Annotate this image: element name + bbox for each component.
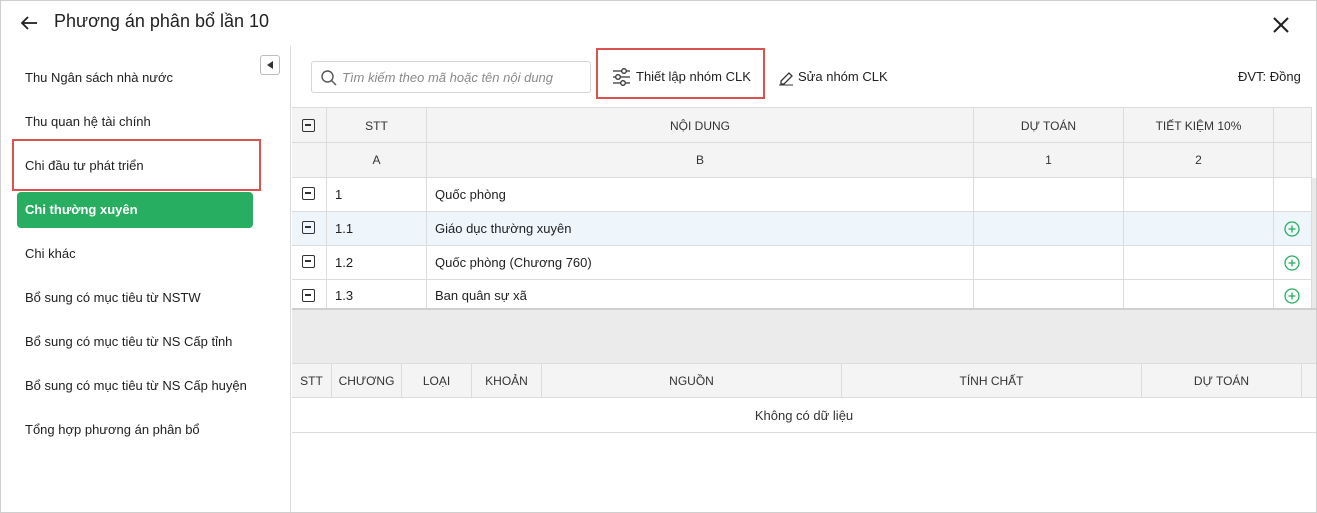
table-row-action [1274,246,1312,280]
close-icon [1273,17,1289,33]
back-arrow-icon [20,16,37,30]
back-button[interactable] [16,10,42,36]
table-row-tiet-kiem[interactable] [1124,280,1274,310]
search-icon [321,70,337,86]
table-row-du-toan[interactable] [974,212,1124,246]
detail-header-khoan: KHOẢN [472,363,542,398]
header-stt: STT [327,107,427,143]
setup-group-button[interactable]: Thiết lập nhóm CLK [612,62,757,92]
row-collapse-cell [292,178,327,212]
row-collapse-cell [292,246,327,280]
row-collapse-cell [292,280,327,310]
index-cell-action [1274,143,1312,178]
row-collapse-cell [292,212,327,246]
minus-square-icon[interactable] [302,119,315,132]
table-row-content: Ban quân sự xã [427,280,974,310]
minus-square-icon[interactable] [302,289,315,302]
plus-circle-icon[interactable] [1284,255,1300,271]
minus-square-icon[interactable] [302,187,315,200]
sidebar-item-tong-hop[interactable]: Tổng hợp phương án phân bổ [17,412,253,448]
sidebar: Thu Ngân sách nhà nước Thu quan hệ tài c… [1,46,291,512]
detail-header-loai: LOẠI [402,363,472,398]
header-action [1274,107,1312,143]
edit-group-label: Sửa nhóm CLK [798,69,888,84]
page-title: Phương án phân bổ lần 10 [54,11,270,31]
detail-header-du-toan: DỰ TOÁN [1142,363,1302,398]
dialog-header: Phương án phân bổ lần 10 [0,0,1317,46]
unit-label: ĐVT: Đồng [1238,69,1301,84]
header-collapse-cell [292,107,327,143]
edit-group-button[interactable]: Sửa nhóm CLK [778,62,898,92]
minus-square-icon[interactable] [302,221,315,234]
search-input[interactable] [342,66,582,88]
table-row-tiet-kiem[interactable] [1124,246,1274,280]
pencil-icon [779,72,793,86]
sidebar-item-bo-sung-tinh[interactable]: Bổ sung có mục tiêu từ NS Cấp tỉnh [17,324,253,360]
index-cell-2: 2 [1124,143,1274,178]
plus-circle-icon[interactable] [1284,288,1300,304]
collapse-sidebar-button[interactable] [260,55,280,75]
table-row-du-toan[interactable] [974,246,1124,280]
header-noi-dung: NỘI DUNG [427,107,974,143]
sidebar-item-bo-sung-nstw[interactable]: Bổ sung có mục tiêu từ NSTW [17,280,253,316]
index-cell-empty [292,143,327,178]
table-row-action [1274,280,1312,310]
sidebar-item-thu-quan-he[interactable]: Thu quan hệ tài chính [17,104,253,140]
table-row-action [1274,212,1312,246]
table-row-action [1274,178,1312,212]
table-row-tiet-kiem[interactable] [1124,212,1274,246]
detail-header-spacer [1302,363,1316,398]
detail-header-tinh-chat: TÍNH CHẤT [842,363,1142,398]
sliders-icon [613,68,630,86]
header-du-toan: DỰ TOÁN [974,107,1124,143]
table-row-stt: 1.3 [327,280,427,310]
search-box[interactable] [311,61,591,93]
table-row-tiet-kiem[interactable] [1124,178,1274,212]
table-row-content: Quốc phòng (Chương 760) [427,246,974,280]
table-row-stt: 1.1 [327,212,427,246]
collapse-left-icon [267,61,273,69]
sidebar-item-chi-thuong-xuyen[interactable]: Chi thường xuyên [17,192,253,228]
header-tiet-kiem: TIẾT KIỆM 10% [1124,107,1274,143]
table-row-content: Giáo dục thường xuyên [427,212,974,246]
index-cell-1: 1 [974,143,1124,178]
detail-header-chuong: CHƯƠNG [332,363,402,398]
table-row-du-toan[interactable] [974,280,1124,310]
sidebar-item-thu-ngan-sach[interactable]: Thu Ngân sách nhà nước [17,60,253,96]
index-cell-a: A [327,143,427,178]
detail-header-nguon: NGUỒN [542,363,842,398]
sidebar-item-chi-khac[interactable]: Chi khác [17,236,253,272]
empty-state-text: Không có dữ liệu [292,398,1316,433]
splitter-area [292,310,1316,363]
index-cell-b: B [427,143,974,178]
minus-square-icon[interactable] [302,255,315,268]
table-row-du-toan[interactable] [974,178,1124,212]
close-button[interactable] [1268,12,1294,38]
table-row-stt: 1.2 [327,246,427,280]
table-scrollbar[interactable] [1312,178,1316,308]
table-row-stt: 1 [327,178,427,212]
detail-header-stt: STT [292,363,332,398]
sidebar-item-bo-sung-huyen[interactable]: Bổ sung có mục tiêu từ NS Cấp huyện [17,368,253,404]
plus-circle-icon[interactable] [1284,221,1300,237]
setup-group-label: Thiết lập nhóm CLK [636,69,751,84]
table-row-content: Quốc phòng [427,178,974,212]
active-item-highlight-box [12,139,261,191]
